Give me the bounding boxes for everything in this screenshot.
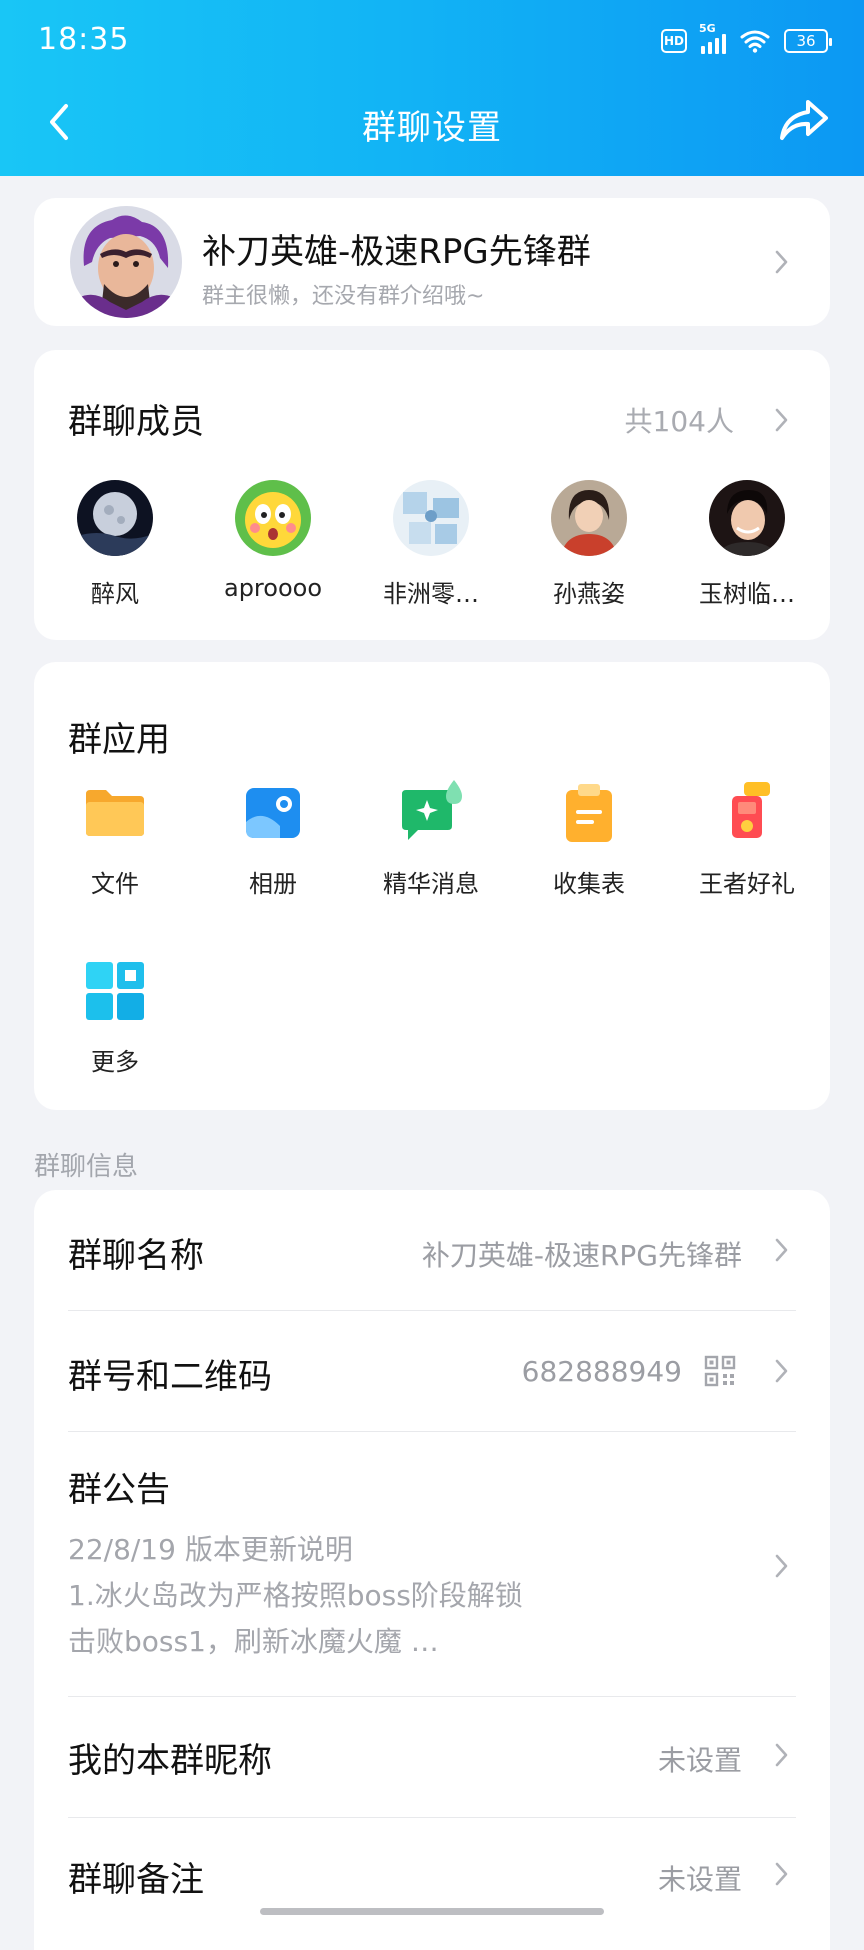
member-name: 孙燕姿	[553, 580, 625, 608]
status-icons: HD 5G 36	[661, 22, 832, 58]
app-label: 文件	[91, 870, 139, 898]
app-collection-form[interactable]: 收集表	[519, 780, 659, 899]
chevron-right-icon[interactable]	[774, 406, 790, 434]
app-label: 王者好礼	[699, 870, 795, 898]
clipboard-icon	[566, 784, 612, 842]
my-nickname-label: 我的本群昵称	[68, 1741, 272, 1781]
share-icon[interactable]	[778, 96, 830, 144]
qr-code-icon	[704, 1355, 736, 1387]
chevron-right-icon	[775, 1554, 788, 1578]
apps-title: 群应用	[68, 720, 170, 760]
member-item[interactable]: 非洲零…	[356, 480, 506, 609]
row-group-name[interactable]: 群聊名称 补刀英雄-极速RPG先锋群	[34, 1190, 830, 1310]
member-name: 非洲零…	[383, 580, 479, 608]
member-name: 醉风	[91, 580, 139, 608]
network-type: 5G	[699, 22, 716, 35]
essence-message-icon	[402, 780, 462, 840]
member-avatar	[551, 480, 627, 556]
members-count[interactable]: 共104人	[625, 400, 734, 440]
member-avatar	[77, 480, 153, 556]
member-item[interactable]: 孙燕姿	[514, 480, 664, 609]
notice-line: 击败boss1，刷新冰魔火魔 …	[68, 1625, 439, 1658]
app-more[interactable]: 更多	[45, 958, 185, 1077]
section-label-group-info: 群聊信息	[34, 1152, 139, 1182]
wifi-icon	[740, 30, 770, 53]
row-group-notice[interactable]: 群公告 22/8/19 版本更新说明 1.冰火岛改为严格按照boss阶段解锁 击…	[34, 1432, 830, 1694]
battery-icon: 36	[784, 29, 832, 53]
folder-icon	[86, 790, 144, 836]
row-group-id-qrcode[interactable]: 群号和二维码 682888949	[34, 1311, 830, 1431]
app-label: 相册	[249, 870, 297, 898]
notice-line: 1.冰火岛改为严格按照boss阶段解锁	[68, 1579, 523, 1612]
group-name: 补刀英雄-极速RPG先锋群	[202, 232, 591, 272]
group-id-value: 682888949	[521, 1355, 682, 1388]
my-nickname-value: 未设置	[657, 1744, 742, 1777]
group-remark-label: 群聊备注	[68, 1860, 204, 1900]
group-profile-card[interactable]: 补刀英雄-极速RPG先锋群 群主很懒，还没有群介绍哦~	[34, 198, 830, 326]
album-icon	[246, 788, 300, 838]
home-indicator[interactable]	[260, 1908, 604, 1915]
group-info-card: 群聊名称 补刀英雄-极速RPG先锋群 群号和二维码 682888949 群公告 …	[34, 1190, 830, 1950]
group-notice-label: 群公告	[68, 1470, 170, 1510]
member-name: aproooo	[223, 574, 322, 602]
member-item[interactable]: 醉风	[40, 480, 190, 609]
chevron-right-icon	[775, 1743, 788, 1767]
app-king-gift[interactable]: 王者好礼	[677, 780, 817, 899]
member-name: 玉树临…	[699, 580, 795, 608]
hd-icon: HD	[661, 29, 687, 53]
member-item[interactable]: 玉树临…	[672, 480, 822, 609]
group-description: 群主很懒，还没有群介绍哦~	[202, 284, 485, 309]
app-label: 更多	[91, 1048, 139, 1076]
group-avatar	[70, 206, 182, 318]
chevron-right-icon	[775, 1862, 788, 1886]
member-avatar	[235, 480, 311, 556]
members-card: 群聊成员 共104人 醉风 aproooo 非洲零… 孙燕姿 玉树临…	[34, 350, 830, 640]
row-group-remark[interactable]: 群聊备注 未设置	[34, 1818, 830, 1938]
member-avatar	[393, 480, 469, 556]
status-time: 18:35	[38, 22, 130, 57]
chevron-right-icon	[775, 1238, 788, 1262]
chevron-right-icon	[775, 250, 788, 274]
row-my-nickname[interactable]: 我的本群昵称 未设置	[34, 1697, 830, 1817]
member-avatar	[709, 480, 785, 556]
group-apps-card: 群应用 文件 相册 精华消息 收集表 王者好礼 更多	[34, 662, 830, 1110]
app-album[interactable]: 相册	[203, 780, 343, 899]
grid-more-icon	[86, 962, 144, 1020]
header: 18:35 HD 5G 36 群聊设置	[0, 0, 864, 176]
member-item[interactable]: aproooo	[198, 480, 348, 602]
app-essence-messages[interactable]: 精华消息	[361, 780, 501, 899]
group-name-label: 群聊名称	[68, 1236, 204, 1276]
gift-icon	[732, 782, 770, 838]
notice-line: 22/8/19 版本更新说明	[68, 1533, 353, 1566]
app-label: 精华消息	[383, 870, 479, 898]
members-title: 群聊成员	[68, 402, 204, 442]
app-label: 收集表	[553, 870, 625, 898]
page-title: 群聊设置	[362, 108, 502, 148]
chevron-right-icon	[775, 1359, 788, 1383]
app-files[interactable]: 文件	[45, 780, 185, 899]
group-remark-value: 未设置	[657, 1863, 742, 1896]
group-name-value: 补刀英雄-极速RPG先锋群	[421, 1239, 742, 1272]
signal-icon: 5G	[699, 22, 726, 54]
group-id-label: 群号和二维码	[68, 1357, 272, 1397]
